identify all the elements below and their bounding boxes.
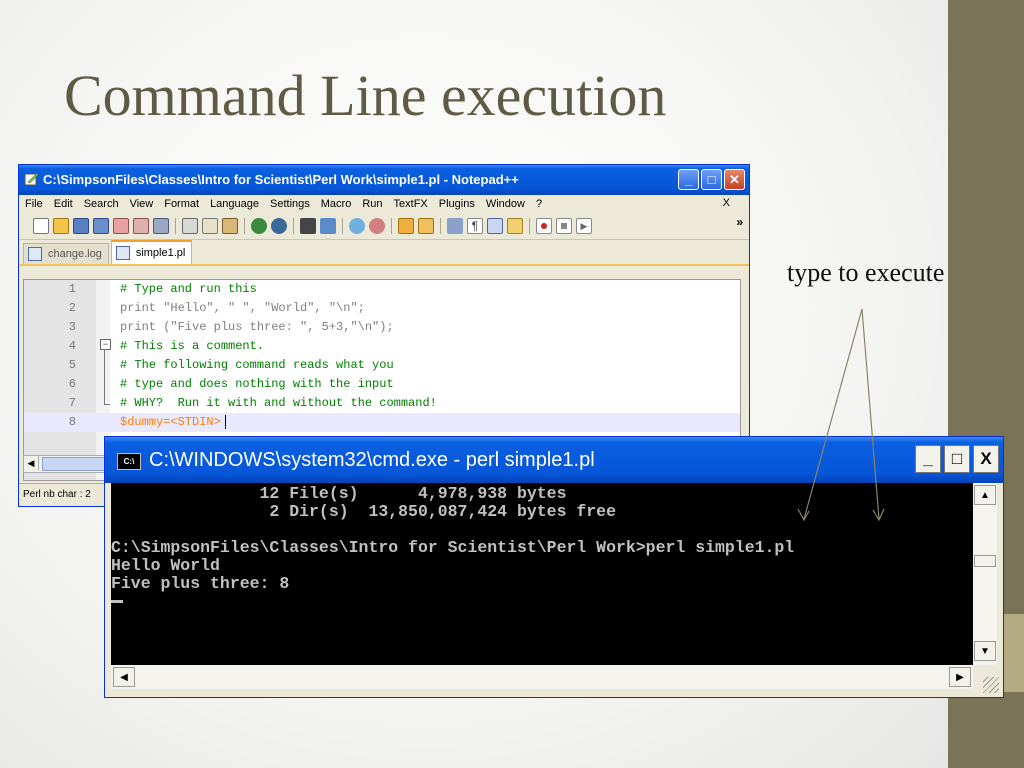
arrow-line [803, 308, 863, 520]
arrowhead-icon [797, 508, 810, 522]
annotation-arrows [797, 308, 885, 522]
arrow-line [861, 308, 880, 520]
